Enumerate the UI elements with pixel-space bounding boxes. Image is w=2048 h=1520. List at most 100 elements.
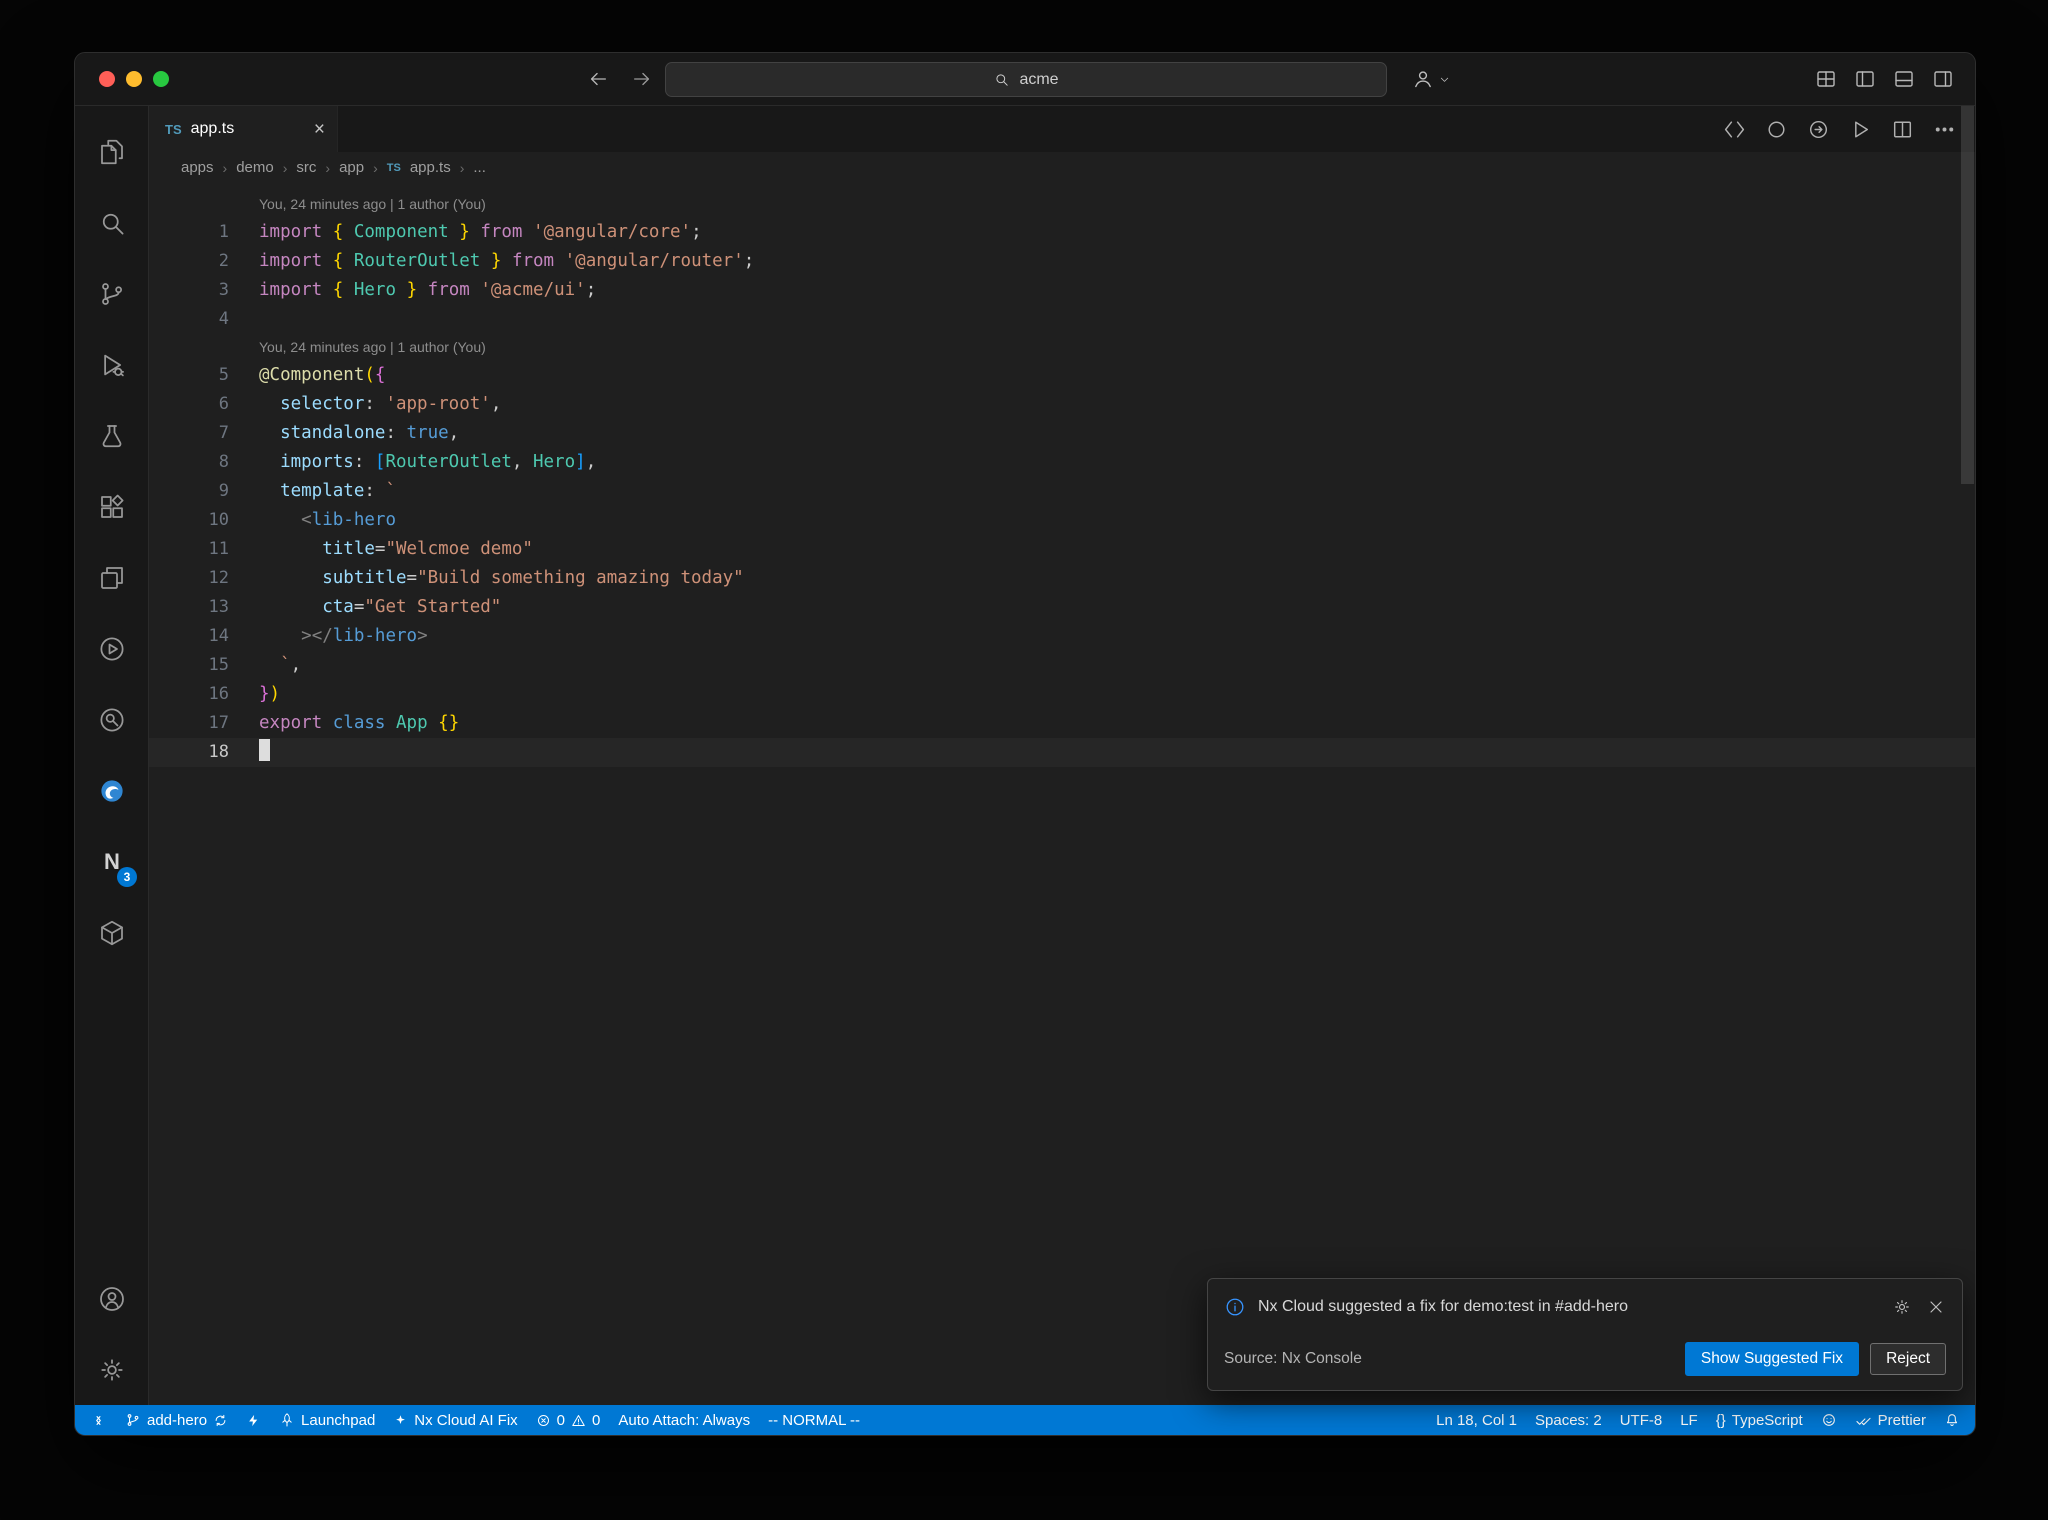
code-line[interactable]: 2 import { RouterOutlet } from '@angular/… [149,247,1975,276]
cursor-position-status[interactable]: Ln 18, Col 1 [1427,1405,1526,1435]
eol-status[interactable]: LF [1671,1405,1707,1435]
scrollbar-thumb[interactable] [1961,106,1974,484]
breadcrumb-item[interactable]: app [339,159,364,176]
branch-icon [125,1412,141,1428]
code-line[interactable]: 10 <lib-hero [149,506,1975,535]
tab-app-ts[interactable]: TS app.ts × [149,106,338,152]
source-control-icon[interactable] [75,258,148,329]
code-line[interactable]: 14 ></lib-hero> [149,622,1975,651]
codelens-annotation[interactable]: You, 24 minutes ago | 1 author (You) [149,334,1975,361]
git-branch-status[interactable]: add-hero [116,1405,237,1435]
double-check-icon [1855,1412,1872,1429]
show-suggested-fix-button[interactable]: Show Suggested Fix [1684,1342,1860,1376]
toggle-sidebar-left-icon[interactable] [1853,67,1877,91]
code-line-content: subtitle="Build something amazing today" [322,568,744,588]
code-line[interactable]: 16}) [149,680,1975,709]
inspect-icon[interactable] [75,684,148,755]
breadcrumb-item[interactable]: demo [236,159,274,176]
accounts-icon[interactable] [75,1263,148,1334]
navigate-forward-button[interactable] [631,53,653,105]
notification-message: Nx Cloud suggested a fix for demo:test i… [1258,1298,1628,1315]
toggle-sidebar-right-icon[interactable] [1931,67,1955,91]
remote-indicator[interactable] [81,1405,116,1435]
line-number: 5 [218,365,229,385]
tab-close-icon[interactable]: × [314,120,325,139]
feedback-status[interactable] [1812,1405,1846,1435]
customize-layout-icon[interactable] [1814,67,1838,91]
extensions-icon[interactable] [75,471,148,542]
codelens-annotation[interactable]: You, 24 minutes ago | 1 author (You) [149,191,1975,218]
more-actions-icon[interactable] [1932,117,1957,142]
code-line[interactable]: 1 import { Component } from '@angular/cor… [149,218,1975,247]
code-editor[interactable]: You, 24 minutes ago | 1 author (You) 1 imp… [149,183,1975,1405]
toggle-panel-bottom-icon[interactable] [1892,67,1916,91]
notification-settings-gear-icon[interactable] [1892,1297,1912,1317]
code-line[interactable]: 13 cta="Get Started" [149,593,1975,622]
code-line-content: standalone: true, [280,423,460,443]
close-window-button[interactable] [99,71,115,87]
explorer-icon[interactable] [75,116,148,187]
auto-attach-status[interactable]: Auto Attach: Always [609,1405,759,1435]
record-circle-icon[interactable] [1764,117,1789,142]
account-menu[interactable] [1411,53,1451,105]
code-line[interactable]: 12 subtitle="Build something amazing tod… [149,564,1975,593]
minimize-window-button[interactable] [126,71,142,87]
status-bar: add-hero Launchpad Nx Cloud AI Fix 0 0 A… [75,1405,1975,1435]
breadcrumb-separator: › [222,159,228,176]
code-line[interactable]: 3 import { Hero } from '@acme/ui'; [149,276,1975,305]
sync-icon [213,1413,228,1428]
traffic-lights [99,71,169,87]
run-debug-icon[interactable] [75,329,148,400]
code-line[interactable]: 7 standalone: true, [149,419,1975,448]
language-mode-status[interactable]: {} TypeScript [1707,1405,1812,1435]
settings-gear-icon[interactable] [75,1334,148,1405]
encoding-status[interactable]: UTF-8 [1611,1405,1672,1435]
code-line-content: imports: [RouterOutlet, Hero], [280,452,597,472]
launchpad-status[interactable]: Launchpad [270,1405,384,1435]
breadcrumb-separator: › [459,159,465,176]
search-sidebar-icon[interactable] [75,187,148,258]
line-number: 17 [208,713,229,733]
code-line[interactable]: 15 `, [149,651,1975,680]
container-icon[interactable] [75,897,148,968]
split-editor-icon[interactable] [1890,117,1915,142]
activity-bar: N 3 [75,106,149,1405]
notifications-bell[interactable] [1935,1405,1969,1435]
code-line[interactable]: 5 @Component({ [149,361,1975,390]
run-debug-file-icon[interactable] [1848,117,1873,142]
navigate-back-button[interactable] [587,53,609,105]
problems-status[interactable]: 0 0 [527,1405,610,1435]
code-line[interactable]: 8 imports: [RouterOutlet, Hero], [149,448,1975,477]
compare-changes-icon[interactable] [1722,117,1747,142]
notification-close-icon[interactable] [1926,1297,1946,1317]
breadcrumb-item[interactable]: apps [181,159,214,176]
breadcrumb-item[interactable]: src [296,159,316,176]
testing-icon[interactable] [75,400,148,471]
line-number: 13 [208,597,229,617]
edge-devtools-icon[interactable] [75,755,148,826]
remote-explorer-icon[interactable] [75,542,148,613]
breadcrumb-overflow[interactable]: ... [473,159,486,176]
code-line[interactable]: 4 [149,305,1975,334]
run-target-icon[interactable] [75,613,148,684]
code-line[interactable]: 6 selector: 'app-root', [149,390,1975,419]
zoom-window-button[interactable] [153,71,169,87]
code-line-content: import { Hero } from '@acme/ui'; [259,280,597,300]
code-line-content: export class App {} [259,713,460,733]
reject-button[interactable]: Reject [1870,1343,1946,1375]
line-number: 7 [218,423,229,443]
run-file-icon[interactable] [1806,117,1831,142]
indentation-status[interactable]: Spaces: 2 [1526,1405,1611,1435]
code-line[interactable]: 9 template: ` [149,477,1975,506]
formatter-status[interactable]: Prettier [1846,1405,1935,1435]
nx-cloud-fix-status[interactable]: Nx Cloud AI Fix [384,1405,526,1435]
nx-console-icon[interactable]: N 3 [75,826,148,897]
command-center-search[interactable]: acme [665,62,1387,97]
vim-mode-status[interactable]: -- NORMAL -- [759,1405,869,1435]
breadcrumb-file[interactable]: app.ts [410,159,451,176]
braces-icon: {} [1715,1411,1726,1429]
code-line[interactable]: 18 [149,738,1975,767]
code-line[interactable]: 11 title="Welcmoe demo" [149,535,1975,564]
code-line[interactable]: 17 export class App {} [149,709,1975,738]
nx-connect-status[interactable] [237,1405,270,1435]
